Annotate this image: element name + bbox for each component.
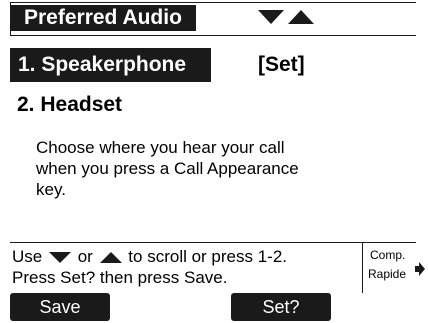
divider <box>362 243 363 293</box>
help-scroll: to scroll or press 1-2. <box>128 247 288 266</box>
arrow-down-icon <box>258 10 284 24</box>
description-line: Choose where you hear your call <box>36 138 285 157</box>
help-text-line2: Press Set? then press Save. <box>12 268 228 287</box>
comp-rapide-line1: Comp. <box>370 248 406 262</box>
menu-item-speakerphone[interactable]: 1. Speakerphone <box>10 48 211 82</box>
item-status-set: [Set] <box>258 53 305 76</box>
phone-screen: Preferred Audio 1. Speakerphone [Set] 2.… <box>0 0 428 323</box>
help-use: Use <box>12 247 43 266</box>
description-line: key. <box>36 180 66 199</box>
comp-rapide-line2: Rapide <box>368 267 407 281</box>
page-title: Preferred Audio <box>10 5 196 31</box>
set-button[interactable]: Set? <box>231 293 331 321</box>
description-line: when you press a Call Appearance <box>36 159 299 178</box>
description-text: Choose where you hear your call when you… <box>36 137 336 200</box>
arrow-down-icon <box>48 249 71 269</box>
arrow-up-icon <box>288 10 314 24</box>
help-text-line1: Use or to scroll or press 1-2. <box>12 247 287 269</box>
comp-rapide-button[interactable]: Comp. Rapide <box>368 246 425 290</box>
help-or: or <box>77 247 93 266</box>
menu-item-headset[interactable]: 2. Headset <box>17 90 122 120</box>
divider <box>10 242 416 243</box>
scroll-indicator <box>258 8 316 26</box>
arrow-right-icon <box>415 262 425 281</box>
save-button[interactable]: Save <box>10 293 110 321</box>
arrow-up-icon <box>99 249 122 269</box>
